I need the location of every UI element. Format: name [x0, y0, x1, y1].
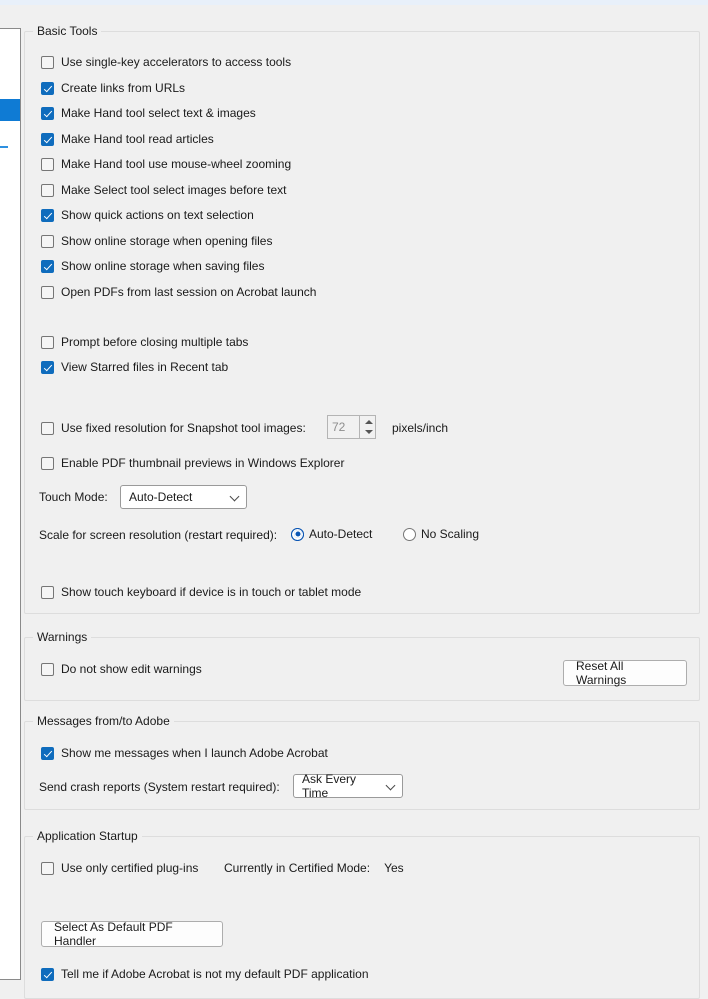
checkbox-hand-tool-select-text[interactable]	[41, 107, 54, 120]
crash-reports-dropdown[interactable]: Ask Every Time	[293, 774, 403, 798]
general-preferences-panel: Basic Tools Use single-key accelerators …	[24, 0, 708, 999]
label-auto-detect: Auto-Detect	[309, 526, 372, 542]
certified-mode-status: Currently in Certified Mode: Yes	[224, 860, 404, 876]
label-touch-keyboard: Show touch keyboard if device is in touc…	[61, 584, 361, 600]
label-online-storage-saving: Show online storage when saving files	[61, 258, 264, 274]
checkbox-row-create-links-from-urls[interactable]: Create links from URLs	[41, 80, 185, 96]
preferences-category-list[interactable]	[0, 28, 21, 980]
touch-mode-value: Auto-Detect	[129, 490, 220, 504]
label-select-tool-images-before-text: Make Select tool select images before te…	[61, 182, 286, 198]
label-send-crash-reports: Send crash reports (System restart requi…	[39, 779, 280, 795]
spin-up-icon[interactable]	[360, 416, 375, 427]
checkbox-certified-plugins[interactable]	[41, 862, 54, 875]
label-do-not-show-edit-warnings: Do not show edit warnings	[61, 661, 202, 677]
label-currently-in-certified-mode: Currently in Certified Mode:	[224, 860, 370, 876]
checkbox-thumbnail-previews[interactable]	[41, 457, 54, 470]
checkbox-row-hand-tool-read-articles[interactable]: Make Hand tool read articles	[41, 131, 214, 147]
checkbox-hand-tool-read-articles[interactable]	[41, 133, 54, 146]
label-open-pdfs-last-session: Open PDFs from last session on Acrobat l…	[61, 284, 316, 300]
touch-mode-dropdown[interactable]: Auto-Detect	[120, 485, 247, 509]
checkbox-online-storage-opening[interactable]	[41, 235, 54, 248]
label-quick-actions-text-selection: Show quick actions on text selection	[61, 207, 254, 223]
select-default-pdf-handler-label: Select As Default PDF Handler	[54, 920, 210, 948]
label-scale-for-screen-resolution: Scale for screen resolution (restart req…	[39, 527, 277, 543]
checkbox-touch-keyboard[interactable]	[41, 586, 54, 599]
checkbox-single-key-accelerators[interactable]	[41, 56, 54, 69]
label-prompt-before-closing-tabs: Prompt before closing multiple tabs	[61, 334, 248, 350]
spin-down-icon[interactable]	[360, 427, 375, 438]
value-certified-mode: Yes	[384, 860, 404, 876]
label-show-launch-messages: Show me messages when I launch Adobe Acr…	[61, 745, 328, 761]
checkbox-row-single-key-accelerators[interactable]: Use single-key accelerators to access to…	[41, 54, 291, 70]
checkbox-open-pdfs-last-session[interactable]	[41, 286, 54, 299]
label-online-storage-opening: Show online storage when opening files	[61, 233, 272, 249]
checkbox-tell-me-default-pdf-app[interactable]	[41, 968, 54, 981]
radio-no-scaling[interactable]	[403, 528, 416, 541]
snapshot-resolution-spin-buttons[interactable]	[359, 415, 376, 439]
checkbox-row-hand-tool-mouse-wheel-zoom[interactable]: Make Hand tool use mouse-wheel zooming	[41, 156, 291, 172]
label-hand-tool-mouse-wheel-zoom: Make Hand tool use mouse-wheel zooming	[61, 156, 291, 172]
checkbox-create-links-from-urls[interactable]	[41, 82, 54, 95]
label-thumbnail-previews: Enable PDF thumbnail previews in Windows…	[61, 455, 344, 471]
checkbox-row-hand-tool-select-text[interactable]: Make Hand tool select text & images	[41, 105, 256, 121]
checkbox-row-online-storage-saving[interactable]: Show online storage when saving files	[41, 258, 264, 274]
scale-resolution-label-row: Scale for screen resolution (restart req…	[39, 527, 277, 543]
snapshot-resolution-units: pixels/inch	[392, 420, 448, 436]
checkbox-hand-tool-mouse-wheel-zoom[interactable]	[41, 158, 54, 171]
checkbox-row-show-launch-messages[interactable]: Show me messages when I launch Adobe Acr…	[41, 745, 328, 761]
touch-mode-label-row: Touch Mode:	[39, 489, 108, 505]
category-list-divider	[0, 146, 8, 148]
select-default-pdf-handler-button[interactable]: Select As Default PDF Handler	[41, 921, 223, 947]
chevron-down-icon-crash-reports	[386, 781, 396, 791]
radio-row-no-scaling[interactable]: No Scaling	[403, 526, 479, 542]
checkbox-row-touch-keyboard[interactable]: Show touch keyboard if device is in touc…	[41, 584, 361, 600]
reset-all-warnings-label: Reset All Warnings	[576, 659, 674, 687]
checkbox-row-quick-actions-text-selection[interactable]: Show quick actions on text selection	[41, 207, 254, 223]
checkbox-online-storage-saving[interactable]	[41, 260, 54, 273]
group-title-warnings: Warnings	[33, 630, 91, 644]
checkbox-show-launch-messages[interactable]	[41, 747, 54, 760]
checkbox-row-thumbnail-previews[interactable]: Enable PDF thumbnail previews in Windows…	[41, 455, 344, 471]
label-tell-me-default-pdf-app: Tell me if Adobe Acrobat is not my defau…	[61, 966, 369, 982]
label-create-links-from-urls: Create links from URLs	[61, 80, 185, 96]
radio-row-auto-detect[interactable]: Auto-Detect	[291, 526, 372, 542]
checkbox-prompt-before-closing-tabs[interactable]	[41, 336, 54, 349]
label-fixed-resolution-snapshot: Use fixed resolution for Snapshot tool i…	[61, 420, 306, 436]
chevron-down-icon	[230, 492, 240, 502]
label-no-scaling: No Scaling	[421, 526, 479, 542]
label-single-key-accelerators: Use single-key accelerators to access to…	[61, 54, 291, 70]
crash-reports-value: Ask Every Time	[302, 772, 376, 800]
snapshot-resolution-input[interactable]: 72	[327, 415, 359, 439]
checkbox-row-online-storage-opening[interactable]: Show online storage when opening files	[41, 233, 272, 249]
label-pixels-per-inch: pixels/inch	[392, 420, 448, 436]
checkbox-row-open-pdfs-last-session[interactable]: Open PDFs from last session on Acrobat l…	[41, 284, 316, 300]
reset-all-warnings-button[interactable]: Reset All Warnings	[563, 660, 687, 686]
group-title-application-startup: Application Startup	[33, 829, 142, 843]
snapshot-resolution-stepper[interactable]: 72	[327, 415, 376, 439]
checkbox-row-view-starred-files[interactable]: View Starred files in Recent tab	[41, 359, 228, 375]
checkbox-row-fixed-resolution-snapshot[interactable]: Use fixed resolution for Snapshot tool i…	[41, 420, 306, 436]
checkbox-row-do-not-show-edit-warnings[interactable]: Do not show edit warnings	[41, 661, 202, 677]
group-title-basic-tools: Basic Tools	[33, 24, 101, 38]
group-title-messages-adobe: Messages from/to Adobe	[33, 714, 174, 728]
crash-reports-label-row: Send crash reports (System restart requi…	[39, 779, 280, 795]
checkbox-row-select-tool-images-before-text[interactable]: Make Select tool select images before te…	[41, 182, 286, 198]
label-certified-plugins: Use only certified plug-ins	[61, 860, 198, 876]
label-hand-tool-read-articles: Make Hand tool read articles	[61, 131, 214, 147]
checkbox-row-tell-me-default-pdf-app[interactable]: Tell me if Adobe Acrobat is not my defau…	[41, 966, 369, 982]
checkbox-select-tool-images-before-text[interactable]	[41, 184, 54, 197]
label-touch-mode: Touch Mode:	[39, 489, 108, 505]
radio-auto-detect[interactable]	[291, 528, 304, 541]
checkbox-view-starred-files[interactable]	[41, 361, 54, 374]
checkbox-do-not-show-edit-warnings[interactable]	[41, 663, 54, 676]
label-hand-tool-select-text: Make Hand tool select text & images	[61, 105, 256, 121]
checkbox-row-certified-plugins[interactable]: Use only certified plug-ins	[41, 860, 198, 876]
checkbox-row-prompt-before-closing-tabs[interactable]: Prompt before closing multiple tabs	[41, 334, 248, 350]
checkbox-quick-actions-text-selection[interactable]	[41, 209, 54, 222]
checkbox-fixed-resolution-snapshot[interactable]	[41, 422, 54, 435]
label-view-starred-files: View Starred files in Recent tab	[61, 359, 228, 375]
category-list-selected-item[interactable]	[0, 99, 21, 121]
